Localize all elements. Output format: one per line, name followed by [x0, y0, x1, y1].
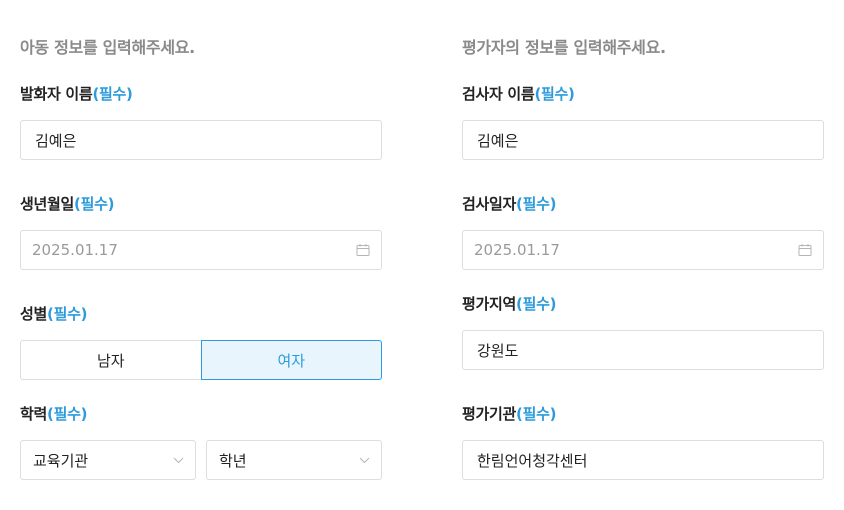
speaker-name-label: 발화자 이름(필수): [20, 83, 133, 104]
gender-label: 성별(필수): [20, 303, 87, 324]
gender-label-text: 성별: [20, 305, 48, 323]
region-label-text: 평가지역: [462, 295, 517, 313]
required-mark: (필수): [516, 295, 557, 313]
chevron-down-icon: [173, 457, 184, 463]
speaker-name-input[interactable]: 김예은: [20, 120, 382, 160]
child-section-title: 아동 정보를 입력해주세요.: [20, 38, 195, 57]
institution-value: 한림언어청각센터: [477, 451, 588, 470]
speaker-name-value: 김예은: [35, 131, 77, 150]
gender-option-female[interactable]: 여자: [200, 340, 382, 380]
required-mark: (필수): [516, 405, 557, 423]
evaluator-section-title: 평가자의 정보를 입력해주세요.: [462, 38, 666, 57]
exam-date-input[interactable]: 2025.01.17: [462, 230, 824, 270]
institution-label: 평가기관(필수): [462, 403, 556, 424]
exam-date-label-text: 검사일자: [462, 195, 517, 213]
examiner-name-label: 검사자 이름(필수): [462, 83, 575, 104]
birthdate-label: 생년월일(필수): [20, 193, 114, 214]
birthdate-label-text: 생년월일: [20, 195, 75, 213]
calendar-icon[interactable]: [356, 243, 370, 257]
required-mark: (필수): [47, 305, 88, 323]
gender-toggle: 남자 여자: [20, 340, 382, 380]
institution-type-value: 교육기관: [33, 451, 89, 470]
examiner-name-input[interactable]: 김예은: [462, 120, 824, 160]
examiner-name-value: 김예은: [477, 131, 519, 150]
required-mark: (필수): [92, 85, 133, 103]
calendar-icon[interactable]: [798, 243, 812, 257]
gender-option-male[interactable]: 남자: [20, 340, 201, 380]
speaker-name-label-text: 발화자 이름: [20, 85, 93, 103]
education-label: 학력(필수): [20, 403, 87, 424]
birthdate-value: 2025.01.17: [32, 241, 118, 259]
examiner-name-label-text: 검사자 이름: [462, 85, 535, 103]
required-mark: (필수): [47, 405, 88, 423]
institution-input[interactable]: 한림언어청각센터: [462, 440, 824, 480]
exam-date-label: 검사일자(필수): [462, 193, 556, 214]
required-mark: (필수): [516, 195, 557, 213]
education-label-text: 학력: [20, 405, 48, 423]
institution-type-select[interactable]: 교육기관: [20, 440, 196, 480]
chevron-down-icon: [359, 457, 370, 463]
region-value: 강원도: [477, 341, 519, 360]
required-mark: (필수): [74, 195, 115, 213]
birthdate-input[interactable]: 2025.01.17: [20, 230, 382, 270]
region-input[interactable]: 강원도: [462, 330, 824, 370]
region-label: 평가지역(필수): [462, 293, 556, 314]
grade-select[interactable]: 학년: [206, 440, 382, 480]
institution-label-text: 평가기관: [462, 405, 517, 423]
exam-date-value: 2025.01.17: [474, 241, 560, 259]
required-mark: (필수): [534, 85, 575, 103]
grade-value: 학년: [219, 451, 247, 470]
